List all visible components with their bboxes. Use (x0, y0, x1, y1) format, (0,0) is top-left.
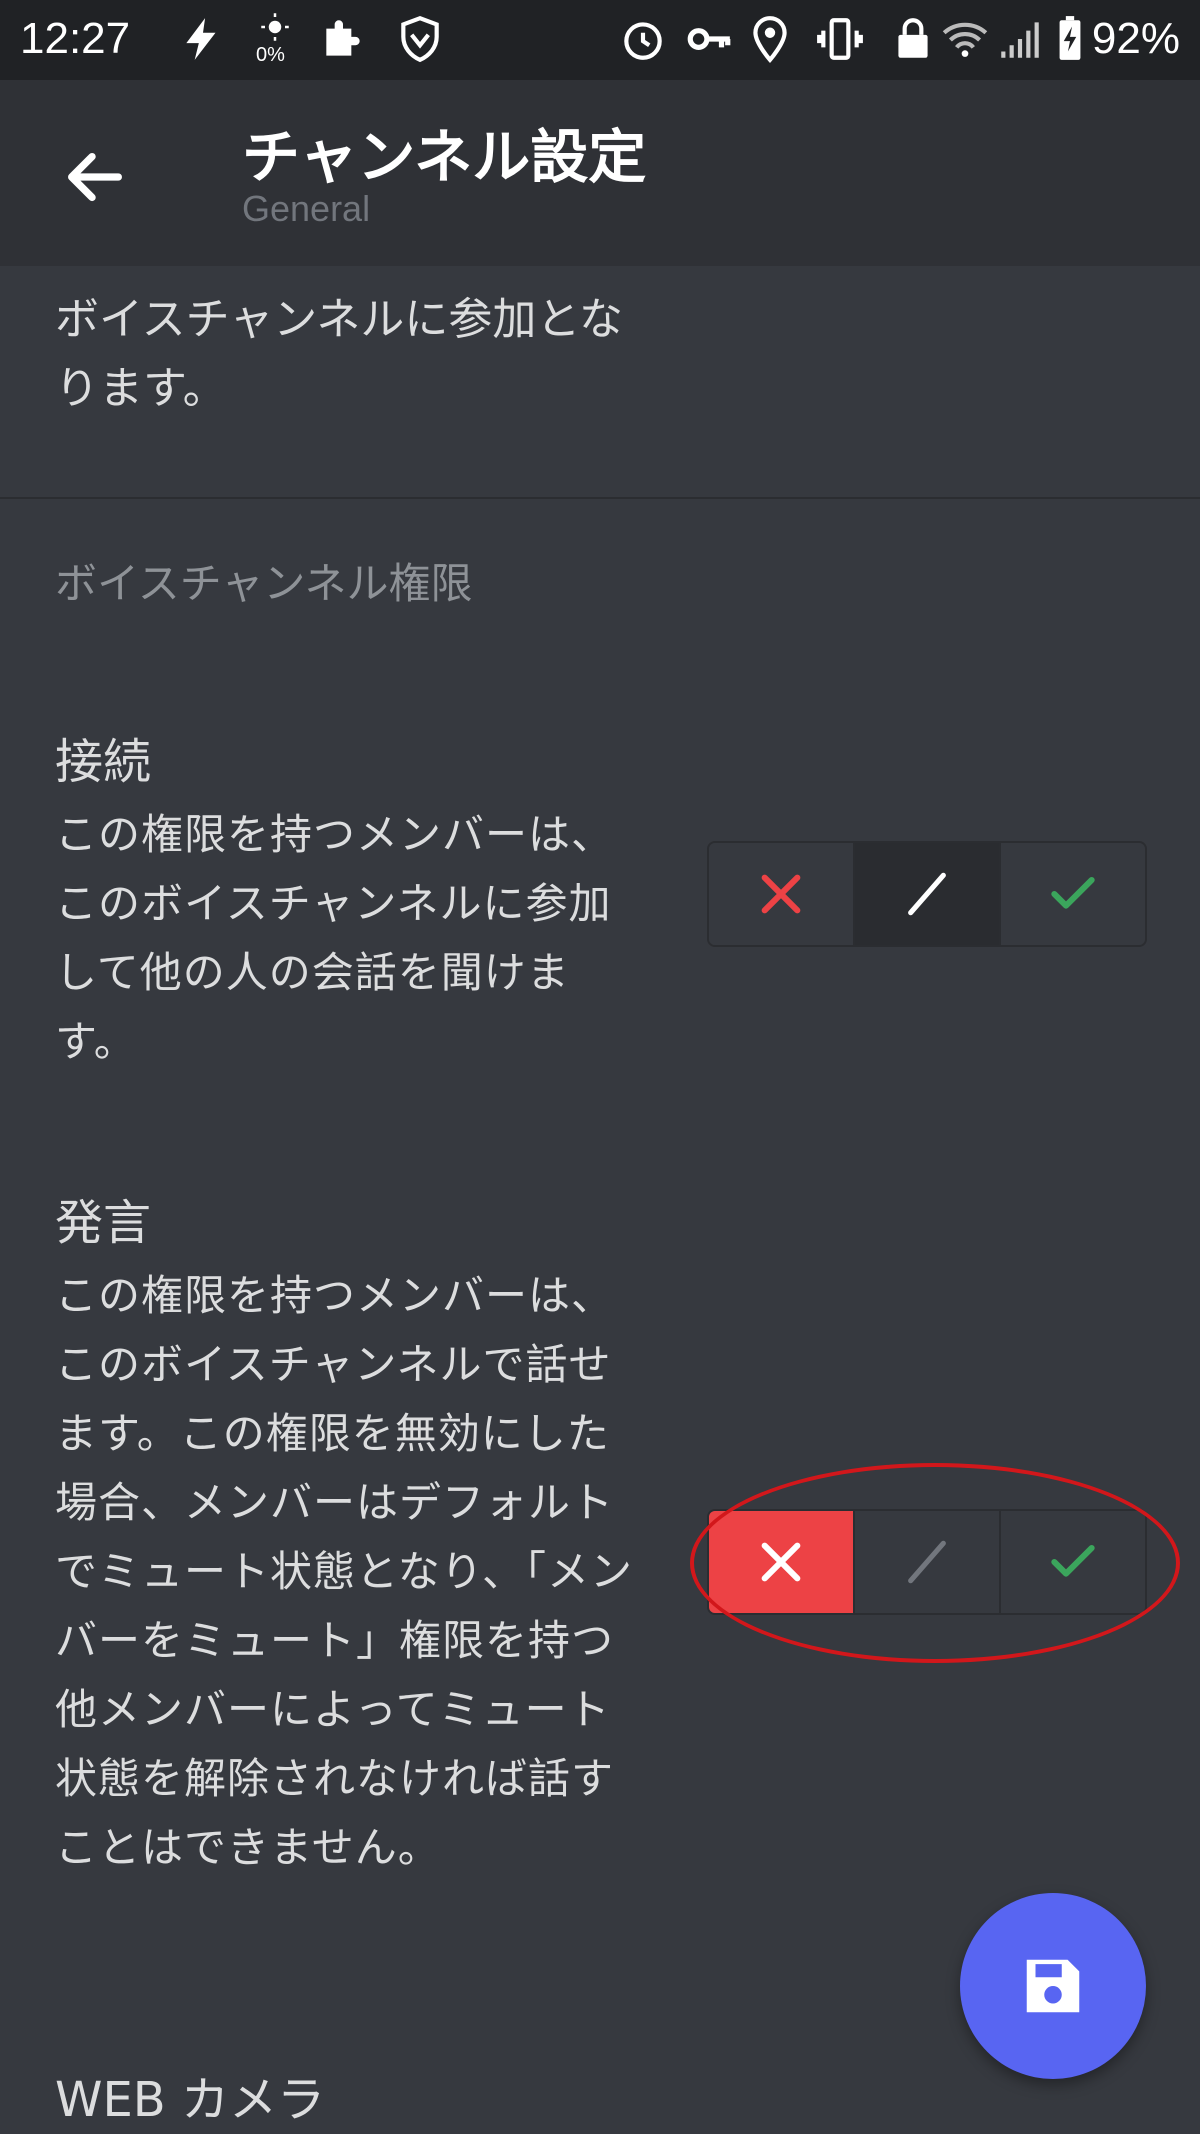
brightness-icon (261, 13, 289, 41)
battery-icon (1059, 16, 1081, 60)
neutral-button[interactable] (855, 1511, 1001, 1613)
signal-icon (1001, 22, 1039, 58)
x-icon (761, 1542, 801, 1582)
deny-button[interactable] (709, 843, 855, 945)
status-time: 12:27 (20, 14, 131, 63)
shield-icon (401, 15, 439, 63)
deny-button[interactable] (709, 1511, 855, 1613)
key-icon (687, 28, 731, 50)
battery-percent: 92% (1091, 14, 1180, 63)
x-icon (761, 874, 801, 914)
flash-icon (186, 18, 216, 60)
brightness-percent: 0% (256, 44, 285, 66)
status-bar: 12:27 0% 92% (0, 0, 1200, 80)
permission-title-connect: 接続 (55, 734, 152, 790)
page-subtitle: General (242, 188, 371, 229)
wifi-icon (942, 22, 988, 57)
page-title: チャンネル設定 (242, 123, 647, 191)
permission-desc-speak: この権限を持つメンバーは、このボイスチャンネルで話せます。この権限を無効にした場… (55, 1271, 634, 1872)
permission-title-webcam: WEB カメラ (55, 2072, 325, 2128)
section-header-voice-permissions: ボイスチャンネル権限 (55, 559, 473, 608)
puzzle-icon (326, 20, 360, 56)
app-toolbar: チャンネル設定 General (0, 80, 1200, 266)
back-arrow-icon[interactable] (60, 142, 130, 212)
check-icon (1051, 876, 1095, 909)
section-divider (0, 497, 1200, 499)
save-icon (1026, 1959, 1080, 2013)
check-icon (1051, 1544, 1095, 1577)
save-button[interactable] (960, 1893, 1146, 2079)
permission-title-speak: 発言 (55, 1195, 152, 1251)
permission-desc-connect: この権限を持つメンバーは、このボイスチャンネルに参加して他の人の会話を聞けます。 (55, 810, 615, 1066)
allow-button[interactable] (1001, 1511, 1145, 1613)
vibrate-icon (817, 18, 863, 60)
alarm-icon (624, 22, 662, 60)
allow-button[interactable] (1001, 843, 1145, 945)
slash-icon (908, 1540, 946, 1584)
location-icon (753, 16, 787, 63)
slash-icon (908, 872, 946, 916)
partial-description: ボイスチャンネルに参加となります。 (55, 294, 624, 414)
lock-icon (898, 18, 928, 58)
permission-toggle-speak (707, 1509, 1147, 1615)
neutral-button[interactable] (855, 843, 1001, 945)
permission-toggle-connect (707, 841, 1147, 947)
